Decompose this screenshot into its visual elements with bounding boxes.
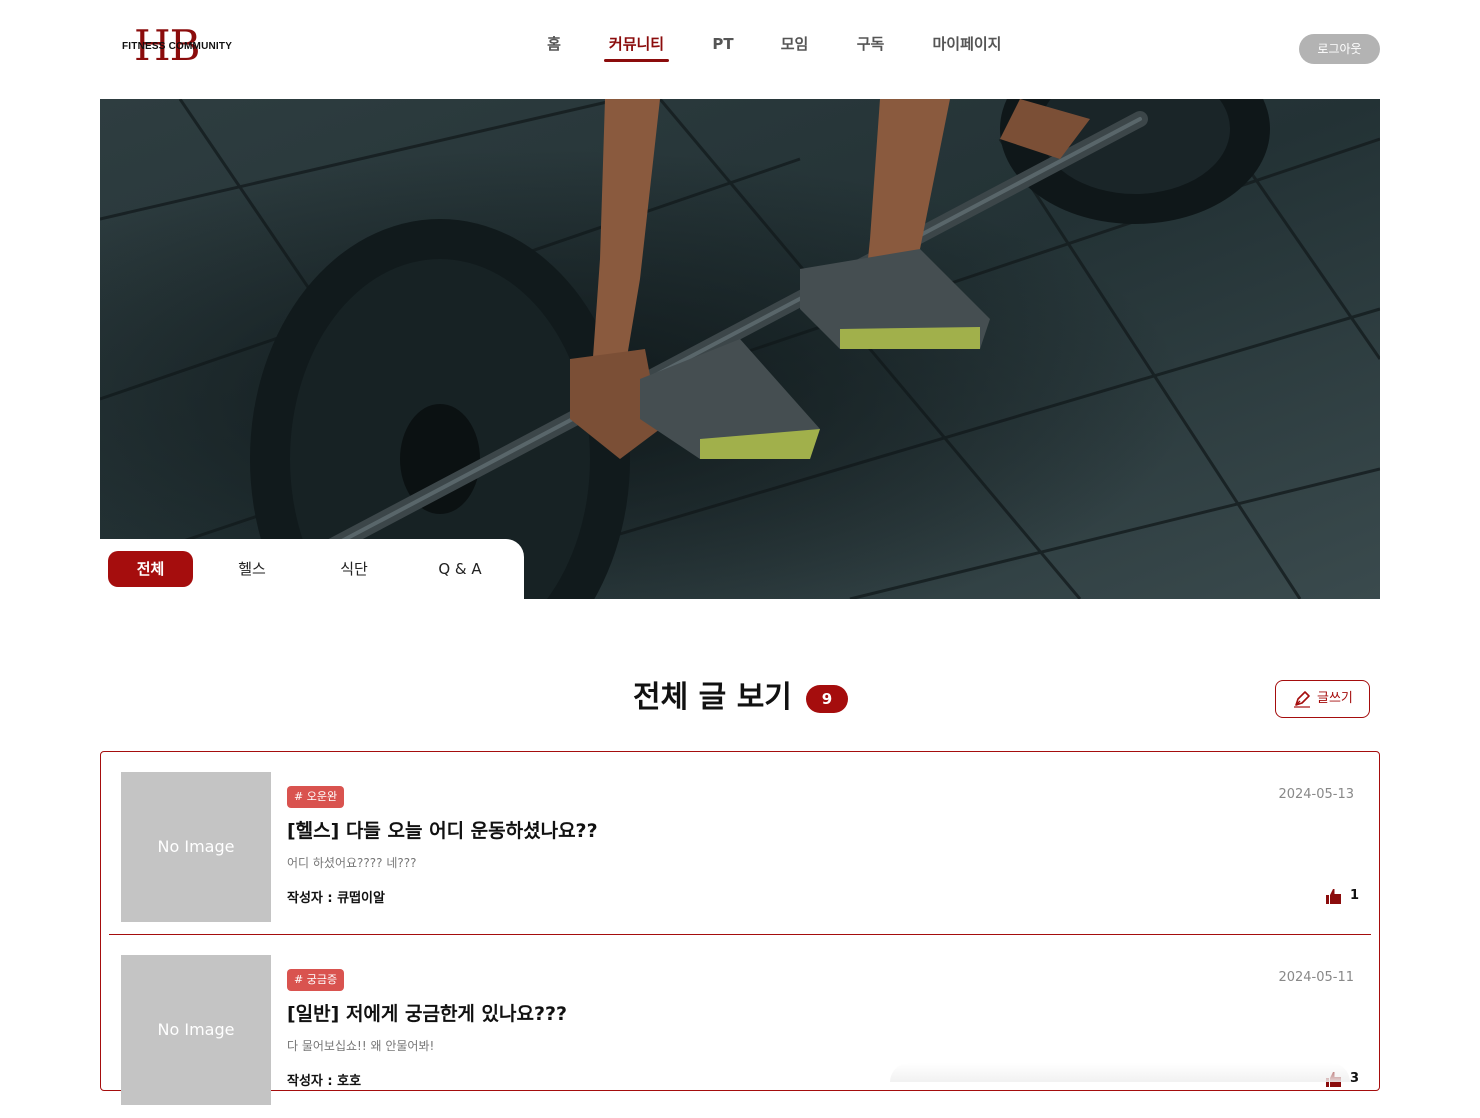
scroll-fade-overlay xyxy=(890,1063,1350,1082)
post-item[interactable]: No Image # 오운완 2024-05-13 [헬스] 다들 오늘 어디 … xyxy=(101,752,1379,935)
likes-count: 1 xyxy=(1349,888,1359,903)
post-list: No Image # 오운완 2024-05-13 [헬스] 다들 오늘 어디 … xyxy=(100,751,1380,1105)
post-author: 작성자 : 호호 xyxy=(287,1074,362,1089)
hero-banner-image xyxy=(100,99,1380,599)
post-title[interactable]: [헬스] 다들 오늘 어디 운동하셨나요?? xyxy=(287,817,598,845)
tab-health[interactable]: 헬스 xyxy=(212,551,292,587)
post-tag[interactable]: # 궁금증 xyxy=(287,969,345,991)
post-date: 2024-05-11 xyxy=(1278,970,1354,985)
thumbs-up-icon xyxy=(1325,888,1342,904)
post-count-badge: 9 xyxy=(806,685,848,713)
tab-diet[interactable]: 식단 xyxy=(314,551,394,587)
nav-item-subscribe[interactable]: 구독 xyxy=(856,34,885,62)
post-excerpt: 다 물어보십쇼!! 왜 안물어봐! xyxy=(287,1039,435,1053)
likes-count: 3 xyxy=(1349,1071,1359,1086)
nav-item-pt[interactable]: PT xyxy=(712,34,734,62)
tab-qna[interactable]: Q & A xyxy=(420,551,500,587)
nav-item-meeting[interactable]: 모임 xyxy=(780,34,809,62)
pen-icon xyxy=(1293,690,1311,708)
post-date: 2024-05-13 xyxy=(1278,787,1354,802)
site-header: HB FITNESS COMMUNITY 홈 커뮤니티 PT 모임 구독 마이페… xyxy=(0,0,1480,99)
post-item[interactable]: No Image # 궁금증 2024-05-11 [일반] 저에게 궁금한게 … xyxy=(101,935,1379,1118)
logout-button[interactable]: 로그아웃 xyxy=(1299,34,1380,64)
nav-item-community[interactable]: 커뮤니티 xyxy=(604,34,669,62)
nav-item-home[interactable]: 홈 xyxy=(546,34,562,62)
page-title: 전체 글 보기 xyxy=(633,680,792,715)
section-header: 전체 글 보기 9 xyxy=(0,676,1480,720)
write-post-button[interactable]: 글쓰기 xyxy=(1275,680,1370,718)
post-likes[interactable]: 1 xyxy=(1325,886,1359,906)
main-nav: 홈 커뮤니티 PT 모임 구독 마이페이지 xyxy=(0,34,1480,64)
post-title[interactable]: [일반] 저에게 궁금한게 있나요??? xyxy=(287,1000,567,1028)
tab-all[interactable]: 전체 xyxy=(108,551,193,587)
category-tabs: 전체 헬스 식단 Q & A xyxy=(100,539,524,599)
post-thumbnail: No Image xyxy=(121,772,271,922)
post-author: 작성자 : 큐떱이알 xyxy=(287,891,385,906)
post-tag[interactable]: # 오운완 xyxy=(287,786,345,808)
write-button-label: 글쓰기 xyxy=(1317,691,1353,706)
post-excerpt: 어디 하셨어요???? 네??? xyxy=(287,856,417,870)
nav-item-mypage[interactable]: 마이페이지 xyxy=(932,34,1002,62)
post-thumbnail: No Image xyxy=(121,955,271,1105)
